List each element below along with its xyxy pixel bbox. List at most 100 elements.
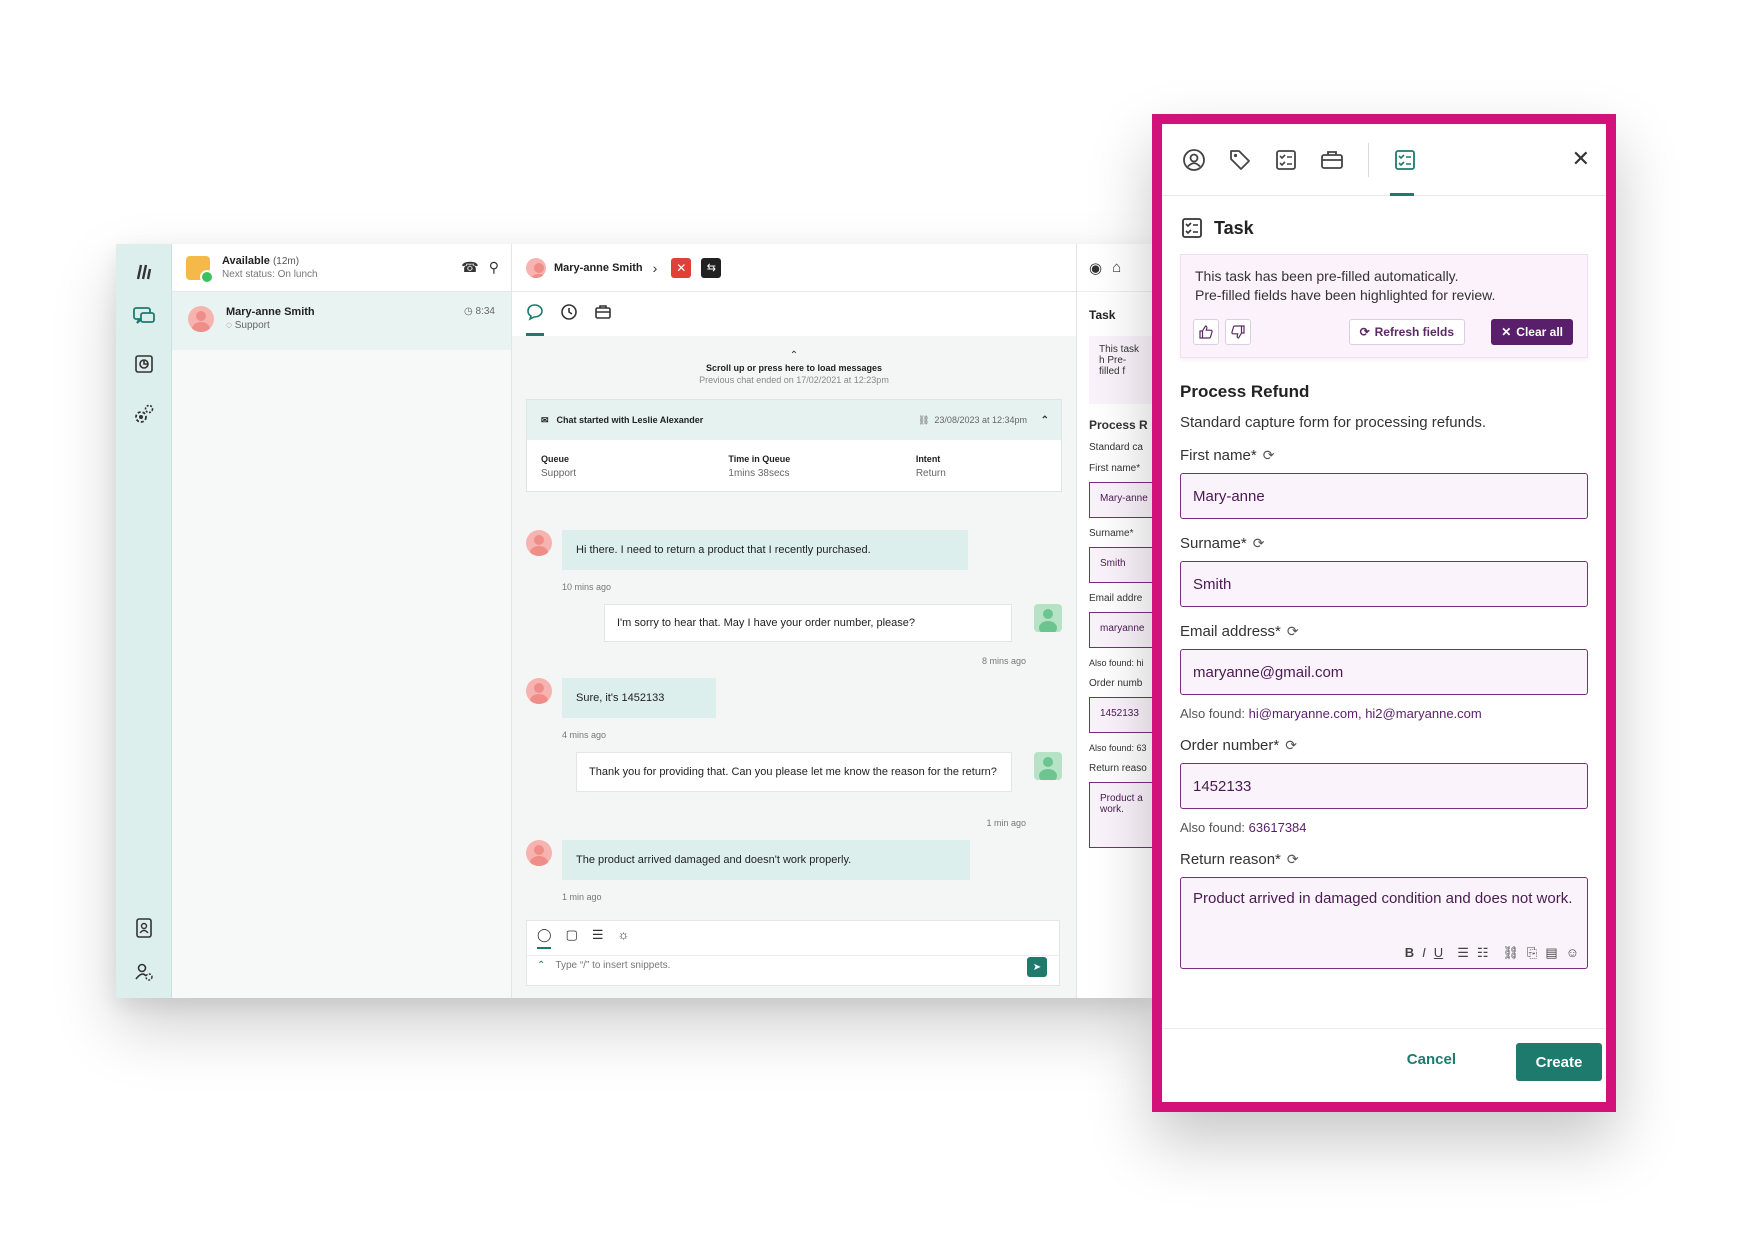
conversation-item[interactable]: Mary-anne Smith ◌ Support ◷ 8:34 bbox=[172, 292, 511, 350]
sync-icon[interactable]: ⟳ bbox=[1285, 737, 1297, 754]
peek-label: Order numb bbox=[1089, 678, 1143, 689]
peek-input[interactable]: Product a work. bbox=[1089, 782, 1156, 848]
profile-icon[interactable]: ◉ bbox=[1089, 259, 1102, 277]
underline-icon[interactable]: U bbox=[1434, 944, 1443, 962]
message-incoming: The product arrived damaged and doesn't … bbox=[562, 840, 970, 880]
tab-divider bbox=[1368, 142, 1369, 177]
customer-avatar bbox=[526, 840, 552, 866]
expand-icon[interactable]: ⌃ bbox=[537, 960, 545, 971]
conversation-time: 8:34 bbox=[475, 306, 495, 317]
order-number-field[interactable]: 1452133 bbox=[1180, 763, 1588, 809]
note-icon[interactable]: ▢ bbox=[566, 927, 578, 943]
peek-input[interactable]: Mary-anne bbox=[1089, 482, 1156, 518]
peek-input[interactable]: Smith bbox=[1089, 547, 1156, 583]
settings-icon[interactable] bbox=[130, 400, 158, 428]
snippet-icon[interactable]: ▤ bbox=[1545, 944, 1557, 962]
form-title: Process Refund bbox=[1180, 382, 1310, 401]
tag-icon[interactable]: ⌂ bbox=[1112, 259, 1121, 276]
link-icon[interactable]: ⛓ bbox=[1503, 944, 1520, 962]
chat-area: Mary-anne Smith › ✕ ⇆ ⌃ Scroll up or pre… bbox=[512, 244, 1076, 998]
transfer-button[interactable]: ⇆ bbox=[701, 257, 722, 278]
sync-icon[interactable]: ⟳ bbox=[1287, 851, 1299, 868]
composer-input[interactable]: Type “/” to insert snippets. bbox=[555, 960, 670, 971]
thumbs-down-icon[interactable] bbox=[1225, 319, 1251, 345]
peek-input[interactable]: 1452133 bbox=[1089, 697, 1156, 733]
cancel-button[interactable]: Cancel bbox=[1407, 1051, 1456, 1068]
contacts-icon[interactable] bbox=[130, 914, 158, 942]
numbered-list-icon[interactable]: ☷ bbox=[1477, 944, 1489, 962]
suggestion-icon[interactable]: ☼ bbox=[618, 927, 630, 943]
sync-icon[interactable]: ⟳ bbox=[1287, 623, 1299, 640]
reply-icon[interactable]: ◯ bbox=[537, 927, 552, 943]
surname-field[interactable]: Smith bbox=[1180, 561, 1588, 607]
briefcase-icon[interactable] bbox=[1318, 146, 1346, 174]
clear-all-button[interactable]: ✕ Clear all bbox=[1491, 319, 1573, 345]
nav-rail bbox=[116, 244, 172, 998]
peek-input[interactable]: maryanne bbox=[1089, 612, 1156, 648]
order-alternatives[interactable]: 63617384 bbox=[1249, 820, 1307, 835]
contact-name[interactable]: Mary-anne Smith bbox=[554, 262, 643, 274]
history-icon[interactable] bbox=[560, 303, 578, 326]
x-icon: ✕ bbox=[1501, 325, 1512, 339]
agent-status[interactable]: Available (12m) Next status: On lunch ☎ … bbox=[172, 244, 511, 292]
task-title-icon bbox=[1182, 218, 1202, 238]
panel-footer: Cancel Create bbox=[1162, 1028, 1606, 1102]
clear-all-label: Clear all bbox=[1516, 325, 1563, 339]
active-tab-indicator bbox=[1390, 193, 1414, 196]
also-found-prefix: Also found: bbox=[1180, 706, 1246, 721]
sync-icon[interactable]: ⟳ bbox=[1253, 535, 1265, 552]
reports-icon[interactable] bbox=[130, 350, 158, 378]
close-icon[interactable]: ✕ bbox=[1572, 146, 1590, 172]
email-label: Email address* ⟳ bbox=[1180, 623, 1606, 640]
email-field[interactable]: maryanne@gmail.com bbox=[1180, 649, 1588, 695]
agent-avatar bbox=[1034, 752, 1062, 780]
surname-label-text: Surname* bbox=[1180, 535, 1247, 552]
bold-icon[interactable]: B bbox=[1405, 944, 1414, 962]
emoji-icon[interactable]: ☺ bbox=[1566, 944, 1579, 962]
return-reason-field[interactable]: Product arrived in damaged condition and… bbox=[1180, 877, 1588, 969]
side-panel-behind: ◉ ⌂ Task This task h Pre-filled f Proces… bbox=[1076, 244, 1156, 998]
user-search-icon[interactable]: ⚲ bbox=[489, 259, 499, 276]
logo-icon[interactable] bbox=[130, 258, 158, 286]
attachment-icon[interactable]: ⎘ bbox=[1527, 944, 1537, 962]
chevron-right-icon[interactable]: › bbox=[653, 260, 658, 276]
canned-response-icon[interactable]: ☰ bbox=[592, 927, 604, 943]
briefcase-icon[interactable] bbox=[594, 303, 612, 326]
chat-icon[interactable] bbox=[130, 302, 158, 330]
peek-desc: Standard ca bbox=[1089, 442, 1143, 453]
return-reason-label: Return reason* ⟳ bbox=[1180, 851, 1606, 868]
message-outgoing: Thank you for providing that. Can you pl… bbox=[576, 752, 1012, 792]
message-incoming: Sure, it's 1452133 bbox=[562, 678, 716, 718]
thumbs-up-icon[interactable] bbox=[1193, 319, 1219, 345]
checklist-icon[interactable] bbox=[1272, 146, 1300, 174]
info-value: 1mins 38secs bbox=[728, 468, 790, 479]
phone-icon[interactable]: ☎ bbox=[461, 259, 478, 276]
message-time: 1 min ago bbox=[562, 892, 602, 902]
mail-icon: ✉ bbox=[541, 414, 549, 425]
form-description: Standard capture form for processing ref… bbox=[1180, 414, 1486, 431]
first-name-label-text: First name* bbox=[1180, 447, 1257, 464]
email-alternatives[interactable]: hi@maryanne.com, hi2@maryanne.com bbox=[1249, 706, 1482, 721]
collapse-icon[interactable]: ⌃ bbox=[1041, 415, 1049, 426]
tag-icon[interactable] bbox=[1226, 146, 1254, 174]
refresh-fields-label: Refresh fields bbox=[1374, 325, 1454, 339]
first-name-field[interactable]: Mary-anne bbox=[1180, 473, 1588, 519]
sync-icon[interactable]: ⟳ bbox=[1263, 447, 1275, 464]
message-time: 1 min ago bbox=[986, 818, 1026, 828]
italic-icon[interactable]: I bbox=[1422, 944, 1426, 962]
profile-icon[interactable] bbox=[1180, 146, 1208, 174]
create-button[interactable]: Create bbox=[1516, 1043, 1602, 1081]
load-more[interactable]: ⌃ Scroll up or press here to load messag… bbox=[512, 350, 1076, 385]
chat-bubble-icon[interactable] bbox=[526, 303, 544, 326]
bullet-list-icon[interactable]: ☰ bbox=[1457, 944, 1469, 962]
chat-header: Mary-anne Smith › ✕ ⇆ bbox=[512, 244, 1076, 292]
end-chat-button[interactable]: ✕ bbox=[671, 257, 692, 278]
peek-title: Task bbox=[1089, 308, 1116, 322]
send-button[interactable]: ➤ bbox=[1027, 957, 1047, 977]
chat-start-date: 23/08/2023 at 12:34pm bbox=[934, 414, 1027, 425]
link-icon[interactable]: ⛓ bbox=[918, 415, 929, 425]
task-icon[interactable] bbox=[1391, 146, 1419, 174]
refresh-fields-button[interactable]: ⟳ Refresh fields bbox=[1348, 319, 1465, 345]
peek-notice: This task h Pre-filled f bbox=[1089, 336, 1156, 404]
admin-icon[interactable] bbox=[130, 958, 158, 986]
